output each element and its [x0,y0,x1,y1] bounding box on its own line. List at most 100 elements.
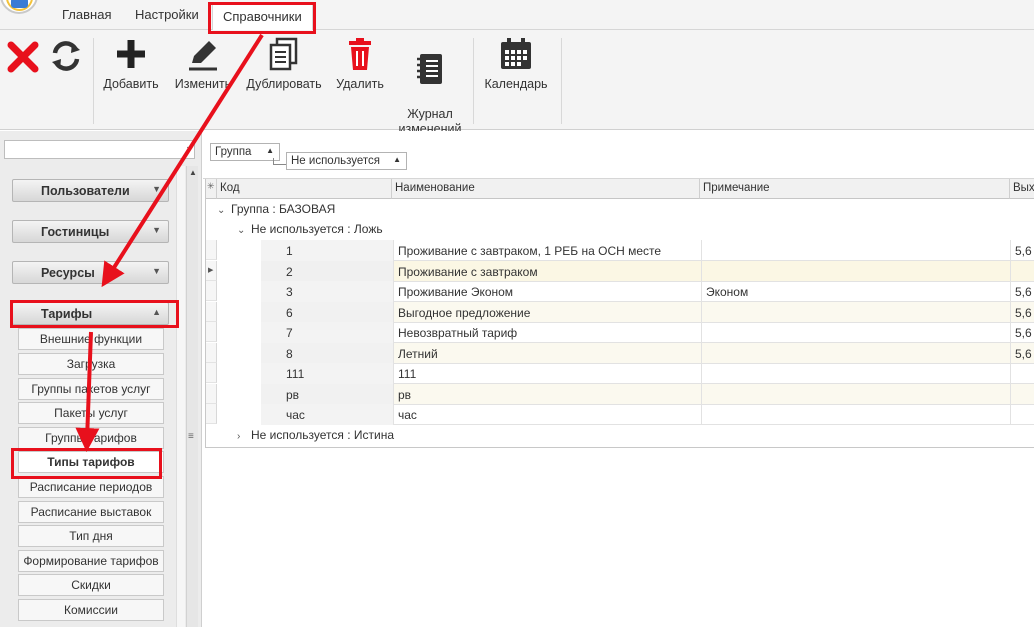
calendar-button[interactable]: Календарь [482,36,550,92]
duplicate-button[interactable]: Дублировать [245,36,323,92]
cell-name[interactable]: час [394,404,702,425]
grid-row-selector-header[interactable]: ✳ [206,179,217,199]
sidebar-item-tariff-types[interactable]: Типы тарифов [18,451,164,473]
cell-out[interactable] [1011,363,1034,384]
table-row[interactable]: 3 Проживание Эконом Эконом 5,6 [261,281,1034,302]
app-logo-icon[interactable] [0,0,38,14]
cell-code[interactable]: 3 [261,281,394,302]
history-button[interactable]: Журнал изменений [396,36,464,137]
cell-note[interactable] [702,404,1011,425]
column-header-code[interactable]: Код [217,179,392,199]
group-row-basic[interactable]: ⌄ Группа : БАЗОВАЯ [217,199,335,219]
sidebar-item-period-schedule[interactable]: Расписание периодов [18,476,164,498]
row-indicator[interactable] [206,322,217,342]
tab-references[interactable]: Справочники [212,4,313,30]
table-row[interactable]: час час [261,404,1034,425]
row-indicator[interactable] [206,302,217,322]
sidebar-item-external-functions[interactable]: Внешние функции [18,328,164,350]
table-row[interactable]: 6 Выгодное предложение 5,6 [261,302,1034,323]
cell-name[interactable]: Проживание с завтраком [394,261,702,282]
tab-settings[interactable]: Настройки [131,7,203,22]
sidebar-search-input[interactable]: ·: [4,140,195,159]
sidebar-item-day-type[interactable]: Тип дня [18,525,164,547]
column-header-out[interactable]: Выхо [1010,179,1034,199]
sidebar-category-resources[interactable]: Ресурсы ▼ [12,261,169,284]
column-header-name[interactable]: Наименование [392,179,700,199]
table-row-current[interactable]: 2 Проживание с завтраком [261,261,1034,282]
cell-name[interactable]: Невозвратный тариф [394,322,702,343]
cell-out[interactable]: 5,6 [1011,302,1034,323]
sidebar-category-hotels[interactable]: Гостиницы ▼ [12,220,169,243]
row-indicator[interactable] [206,384,217,404]
cell-code[interactable]: 8 [261,343,394,364]
table-row[interactable]: 7 Невозвратный тариф 5,6 [261,322,1034,343]
delete-button[interactable]: Удалить [334,36,386,92]
cell-note[interactable] [702,261,1011,282]
sidebar-item-exhibition-schedule[interactable]: Расписание выставок [18,501,164,523]
sidebar-item-discounts[interactable]: Скидки [18,574,164,596]
sidebar-item-tariff-groups[interactable]: Группы тарифов [18,427,164,449]
cell-code[interactable]: 1 [261,240,394,261]
cell-name[interactable]: Проживание с завтраком, 1 РЕБ на ОСН мес… [394,240,702,261]
cell-code[interactable]: час [261,404,394,425]
scroll-up-icon[interactable]: ▲ [189,168,197,177]
chevron-right-icon[interactable]: › [237,431,251,442]
sidebar-item-service-package-groups[interactable]: Группы пакетов услуг [18,378,164,400]
sidebar-category-users[interactable]: Пользователи ▼ [12,179,169,202]
column-header-note[interactable]: Примечание [700,179,1010,199]
row-indicator[interactable] [206,404,217,424]
cell-note[interactable]: Эконом [702,281,1011,302]
add-button[interactable]: Добавить [101,36,161,92]
row-indicator-current[interactable]: ▶ [206,261,217,281]
row-indicator[interactable] [206,281,217,301]
sidebar-item-loading[interactable]: Загрузка [18,353,164,375]
cell-name[interactable]: Выгодное предложение [394,302,702,323]
chevron-down-icon[interactable]: ⌄ [237,225,251,236]
cell-code[interactable]: 7 [261,322,394,343]
cell-name[interactable]: рв [394,384,702,405]
cell-note[interactable] [702,240,1011,261]
chevron-down-icon[interactable]: ⌄ [217,205,231,216]
cell-note[interactable] [702,322,1011,343]
splitter-grip-icon[interactable]: ≡ [188,431,194,442]
edit-button[interactable]: Изменить [171,36,235,92]
sidebar-item-service-packages[interactable]: Пакеты услуг [18,402,164,424]
cell-out[interactable]: 5,6 [1011,281,1034,302]
table-row[interactable]: 8 Летний 5,6 [261,343,1034,364]
subgroup-row-false[interactable]: ⌄ Не используется : Ложь [237,219,383,239]
subgroup-row-true[interactable]: › Не используется : Истина [237,425,394,445]
table-row[interactable]: 111 111 [261,363,1034,384]
close-button[interactable] [6,40,40,78]
sidebar-item-commissions[interactable]: Комиссии [18,599,164,621]
cell-name[interactable]: 111 [394,363,702,384]
cell-code[interactable]: рв [261,384,394,405]
sidebar-scrollbar[interactable]: ▲ ≡ [186,166,198,627]
cell-out[interactable]: 5,6 [1011,322,1034,343]
cell-code[interactable]: 2 [261,261,394,282]
refresh-button[interactable] [49,38,83,78]
table-row[interactable]: рв рв [261,384,1034,405]
cell-note[interactable] [702,302,1011,323]
group-chip-group[interactable]: Группа ▲ [210,143,280,161]
search-more-icon[interactable]: ·: [186,142,192,153]
cell-name[interactable]: Летний [394,343,702,364]
row-indicator[interactable] [206,363,217,383]
cell-name[interactable]: Проживание Эконом [394,281,702,302]
group-chip-unused[interactable]: Не используется ▲ [286,152,407,170]
cell-out[interactable] [1011,404,1034,425]
cell-note[interactable] [702,363,1011,384]
row-indicator[interactable] [206,343,217,363]
cell-code[interactable]: 6 [261,302,394,323]
table-row[interactable]: 1 Проживание с завтраком, 1 РЕБ на ОСН м… [261,240,1034,261]
cell-out[interactable]: 5,6 [1011,240,1034,261]
row-indicator[interactable] [206,240,217,260]
cell-out[interactable]: 5,6 [1011,343,1034,364]
cell-code[interactable]: 111 [261,363,394,384]
cell-out[interactable] [1011,384,1034,405]
sidebar-item-tariff-formation[interactable]: Формирование тарифов [18,550,164,572]
cell-note[interactable] [702,343,1011,364]
cell-out[interactable] [1011,261,1034,282]
sidebar-category-tariffs[interactable]: Тарифы ▲ [12,302,169,325]
tab-home[interactable]: Главная [58,7,115,22]
cell-note[interactable] [702,384,1011,405]
